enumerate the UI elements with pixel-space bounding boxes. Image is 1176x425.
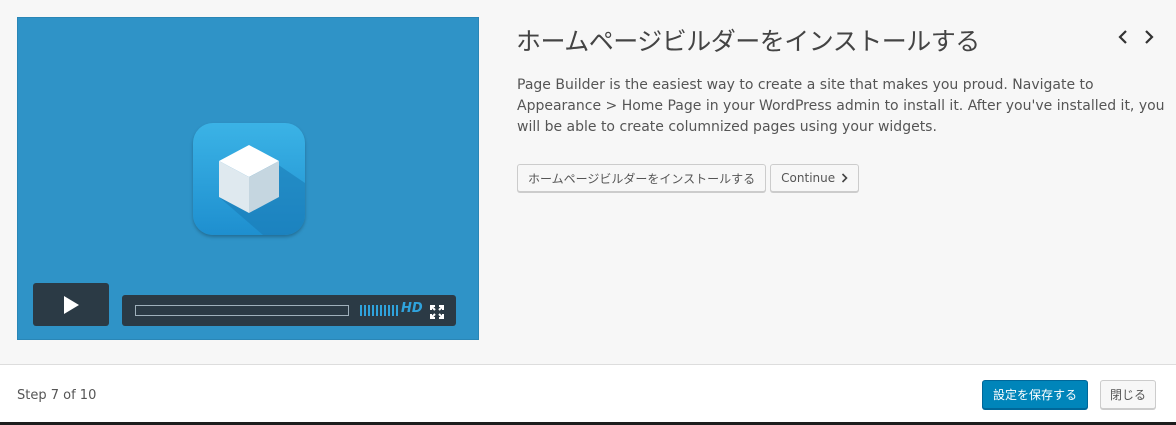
install-page-builder-label: ホームページビルダーをインストールする xyxy=(528,171,756,186)
volume-bars[interactable] xyxy=(360,305,398,316)
continue-label: Continue xyxy=(781,171,836,185)
tour-navigation xyxy=(1116,27,1156,47)
tour-footer: Step 7 of 10 設定を保存する 閉じる xyxy=(0,364,1176,422)
previous-step-button[interactable] xyxy=(1116,27,1130,47)
volume-bar xyxy=(392,305,394,316)
chevron-left-icon xyxy=(1118,30,1127,44)
video-progress-bar[interactable] xyxy=(135,305,349,316)
close-button[interactable]: 閉じる xyxy=(1100,380,1157,409)
volume-bar xyxy=(372,305,374,316)
tour-step-description: Page Builder is the easiest way to creat… xyxy=(517,77,1165,135)
hd-toggle[interactable]: HD xyxy=(401,301,423,316)
save-settings-button[interactable]: 設定を保存する xyxy=(982,380,1089,409)
volume-bar xyxy=(364,305,366,316)
play-icon xyxy=(64,295,79,314)
play-button[interactable] xyxy=(33,283,109,326)
volume-bar xyxy=(388,305,390,316)
video-player[interactable]: HD xyxy=(17,17,479,340)
volume-bar xyxy=(368,305,370,316)
next-step-button[interactable] xyxy=(1142,27,1156,47)
tour-actions: ホームページビルダーをインストールする Continue xyxy=(517,164,860,192)
volume-bar xyxy=(380,305,382,316)
chevron-right-icon xyxy=(1145,30,1154,44)
fullscreen-icon xyxy=(430,305,444,319)
continue-button[interactable]: Continue xyxy=(770,164,860,192)
volume-bar xyxy=(384,305,386,316)
chevron-right-icon xyxy=(842,173,848,183)
tour-panel: HD ホームページビルダーをインストールする Page Builder is t… xyxy=(0,0,1176,364)
video-controls: HD xyxy=(122,295,456,326)
step-counter: Step 7 of 10 xyxy=(17,388,97,403)
page-builder-cube-icon xyxy=(193,123,305,235)
install-page-builder-button[interactable]: ホームページビルダーをインストールする xyxy=(517,164,767,192)
volume-bar xyxy=(360,305,362,316)
fullscreen-button[interactable] xyxy=(430,304,444,323)
volume-bar xyxy=(396,305,398,316)
tour-step-title: ホームページビルダーをインストールする xyxy=(516,27,980,56)
volume-bar xyxy=(376,305,378,316)
